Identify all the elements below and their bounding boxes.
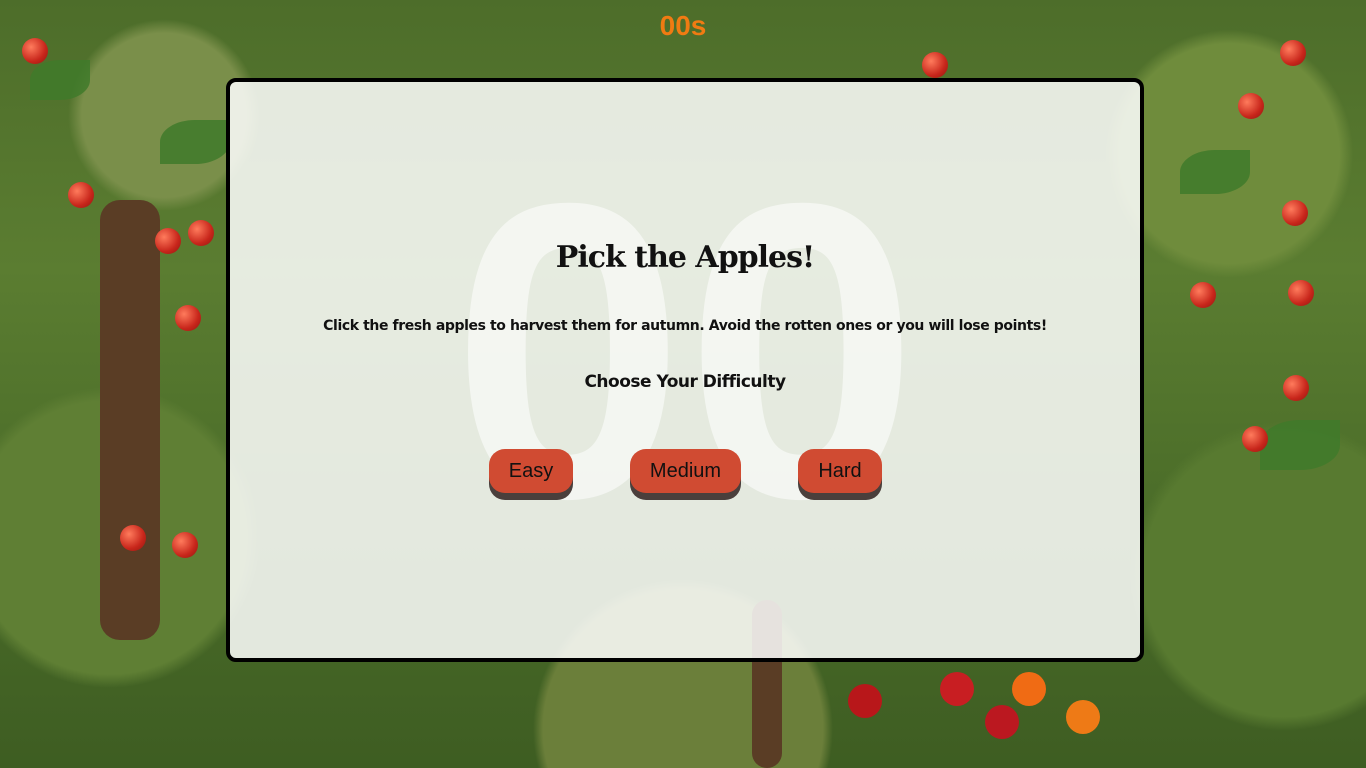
- apple-decoration: [1242, 426, 1268, 452]
- apple-decoration: [1280, 40, 1306, 66]
- apple-decoration: [1282, 200, 1308, 226]
- hard-button[interactable]: Hard: [798, 449, 882, 493]
- game-instructions: Click the fresh apples to harvest them f…: [323, 318, 1047, 334]
- flower-decoration: [848, 684, 882, 718]
- start-menu-panel: 00 Pick the Apples! Click the fresh appl…: [226, 78, 1144, 662]
- leaf-decoration: [160, 120, 230, 164]
- timer-display: 00s: [659, 10, 707, 41]
- leaf-decoration: [1180, 150, 1250, 194]
- flower-decoration: [1066, 700, 1100, 734]
- apple-decoration: [120, 525, 146, 551]
- apple-decoration: [1190, 282, 1216, 308]
- apple-decoration: [155, 228, 181, 254]
- flower-decoration: [1012, 672, 1046, 706]
- apple-decoration: [1288, 280, 1314, 306]
- apple-decoration: [188, 220, 214, 246]
- apple-decoration: [68, 182, 94, 208]
- apple-decoration: [175, 305, 201, 331]
- flower-decoration: [940, 672, 974, 706]
- leaf-decoration: [30, 60, 90, 100]
- flower-decoration: [985, 705, 1019, 739]
- easy-button[interactable]: Easy: [489, 449, 573, 493]
- game-title: Pick the Apples!: [555, 240, 815, 275]
- apple-decoration: [1283, 375, 1309, 401]
- tree-trunk: [100, 200, 160, 640]
- apple-decoration: [172, 532, 198, 558]
- ghost-counter: 00: [451, 117, 919, 586]
- medium-button[interactable]: Medium: [630, 449, 741, 493]
- difficulty-heading: Choose Your Difficulty: [584, 372, 786, 392]
- leaf-decoration: [1260, 420, 1340, 470]
- apple-decoration: [922, 52, 948, 78]
- apple-decoration: [1238, 93, 1264, 119]
